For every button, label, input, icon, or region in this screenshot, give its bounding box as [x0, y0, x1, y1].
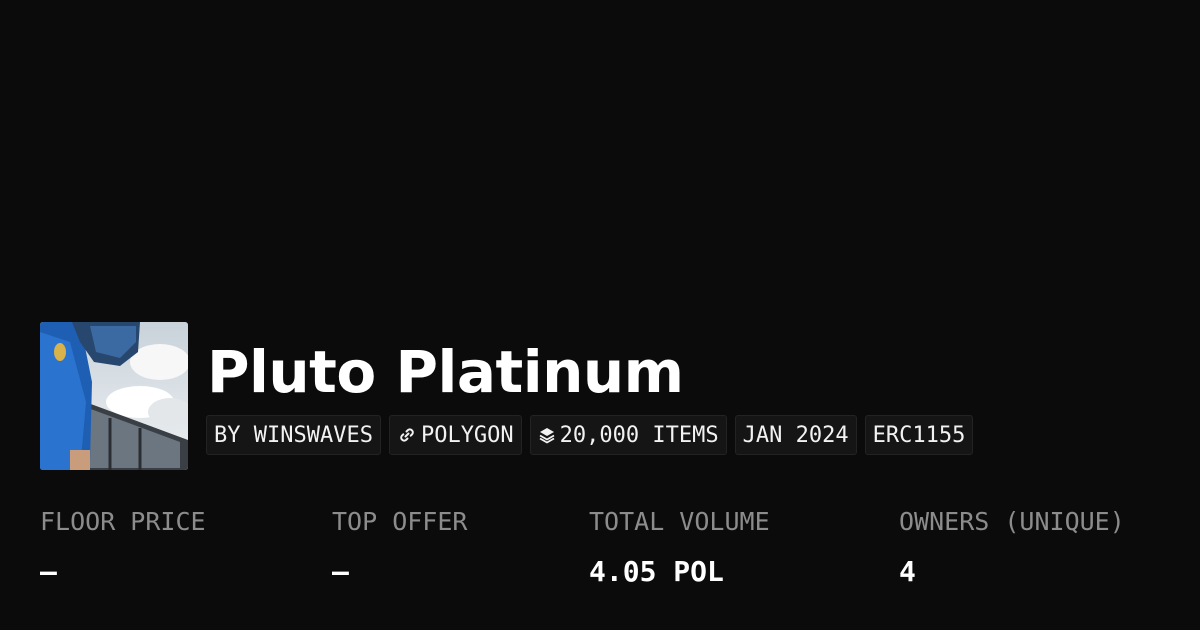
- stat-value: 4: [899, 555, 916, 588]
- layers-icon: [538, 426, 556, 444]
- creator-tag[interactable]: BY WINSWAVES: [206, 415, 381, 455]
- standard-label: ERC1155: [872, 422, 966, 448]
- collection-tags: BY WINSWAVES POLYGON 20,000 ITEMS JAN 20…: [206, 415, 974, 455]
- stat-value: –: [332, 555, 349, 588]
- standard-tag: ERC1155: [864, 415, 974, 455]
- stat-label: FLOOR PRICE: [40, 507, 206, 536]
- stat-value: 4.05 POL: [589, 555, 724, 588]
- polygon-link-icon: [397, 425, 417, 445]
- creator-label: BY WINSWAVES: [214, 422, 373, 448]
- stat-label: OWNERS (UNIQUE): [899, 507, 1125, 536]
- collection-title: Pluto Platinum: [207, 338, 684, 406]
- chain-tag[interactable]: POLYGON: [388, 415, 522, 455]
- date-label: JAN 2024: [742, 422, 849, 448]
- stat-floor-price: FLOOR PRICE –: [40, 505, 206, 589]
- stat-total-volume: TOTAL VOLUME 4.05 POL: [589, 505, 770, 589]
- stat-value: –: [40, 555, 57, 588]
- collection-card: Pluto Platinum BY WINSWAVES POLYGON 20,0…: [0, 0, 1200, 630]
- items-tag[interactable]: 20,000 ITEMS: [529, 415, 727, 455]
- date-tag: JAN 2024: [734, 415, 857, 455]
- stat-top-offer: TOP OFFER –: [332, 505, 467, 589]
- items-label: 20,000 ITEMS: [559, 422, 719, 448]
- stat-label: TOTAL VOLUME: [589, 507, 770, 536]
- stat-owners: OWNERS (UNIQUE) 4: [899, 505, 1125, 589]
- chain-label: POLYGON: [420, 422, 514, 448]
- collection-avatar[interactable]: [40, 322, 188, 470]
- collection-photo: [40, 322, 188, 470]
- stat-label: TOP OFFER: [332, 507, 468, 536]
